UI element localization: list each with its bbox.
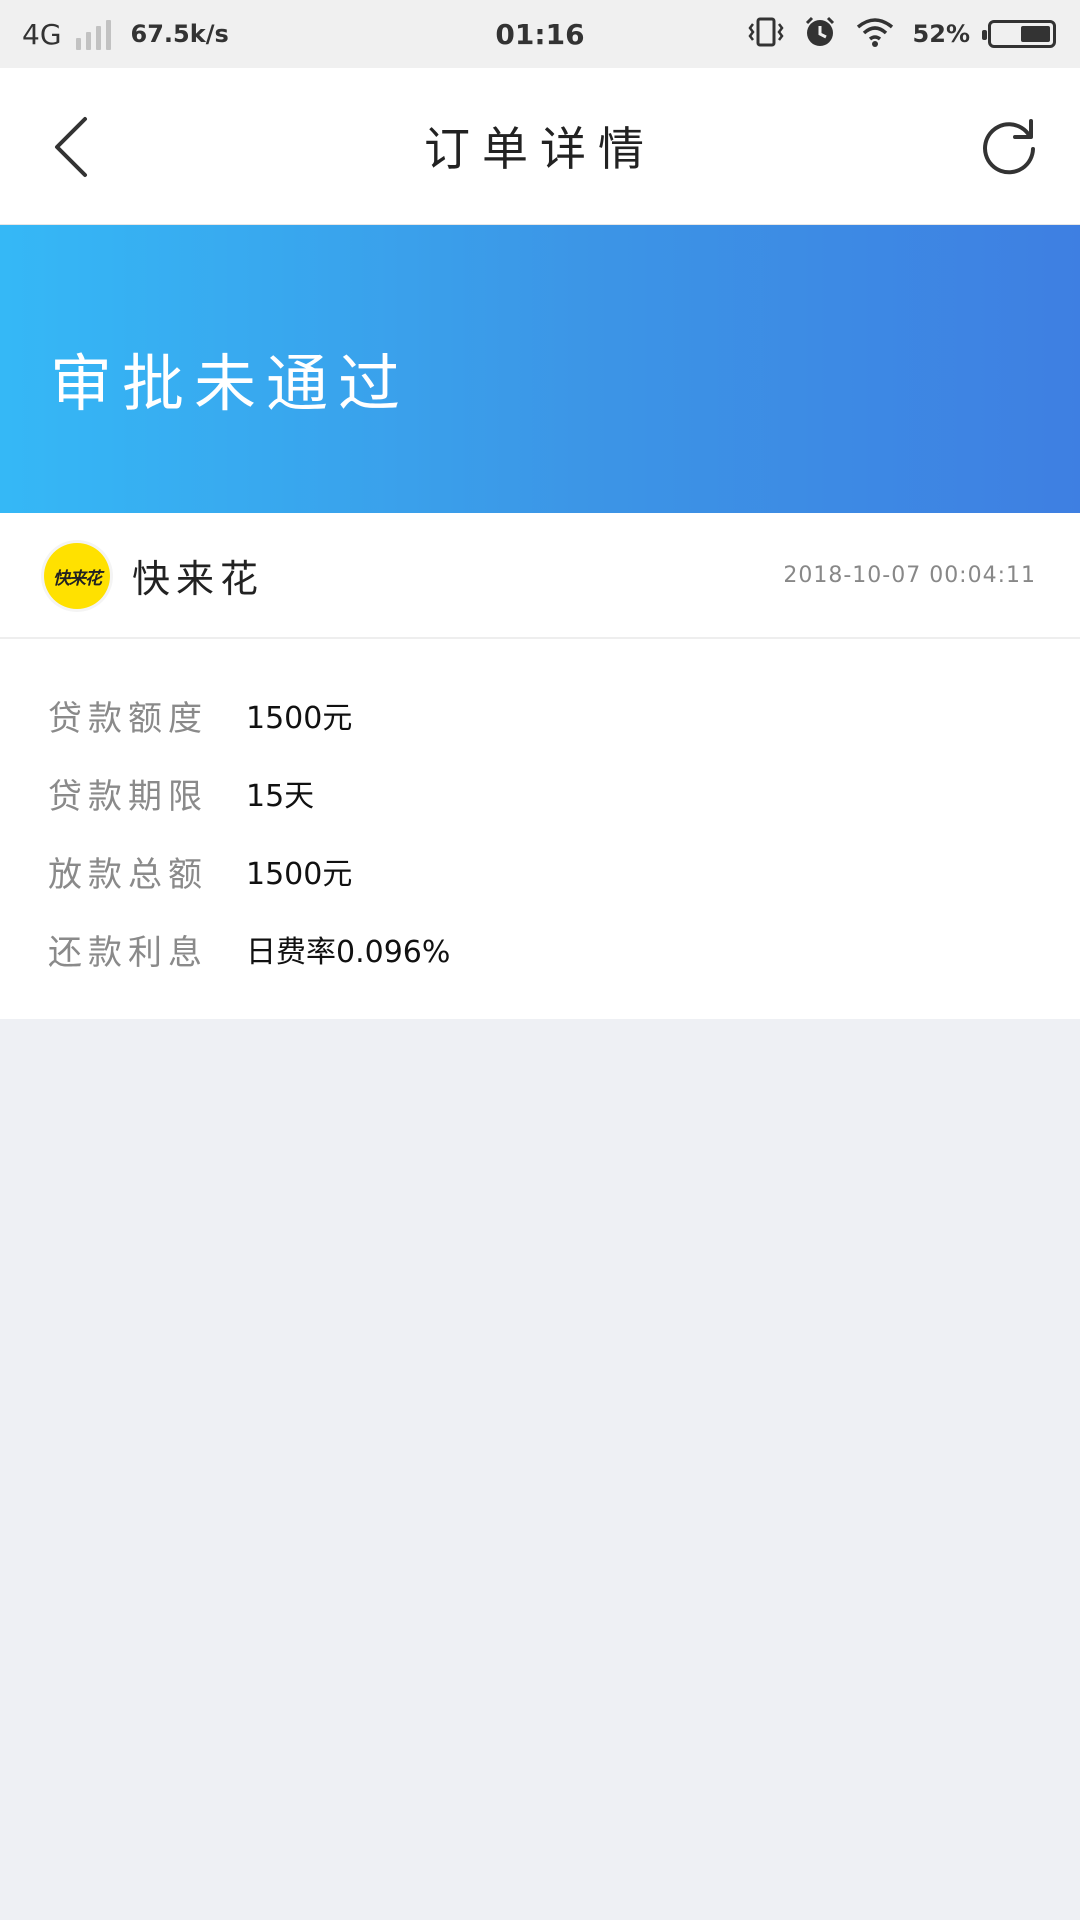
detail-label: 贷款期限 [48, 776, 208, 817]
detail-label: 贷款额度 [48, 698, 208, 739]
approval-status: 审批未通过 [50, 347, 411, 420]
lender-row: 快来花 快来花 2018-10-07 00:04:11 [0, 513, 1080, 639]
detail-value: 1500元 [246, 701, 353, 736]
vibrate-icon [747, 16, 785, 52]
battery-percent: 52% [912, 20, 970, 48]
detail-row: 贷款期限 15天 [0, 763, 1080, 823]
order-date: 2018-10-07 00:04:11 [783, 562, 1036, 588]
lender-name: 快来花 [132, 556, 265, 601]
status-bar: 4G 67.5k/s 01:16 52% [0, 0, 1080, 68]
status-banner: 审批未通过 [0, 225, 1080, 513]
status-left: 4G 67.5k/s [22, 0, 229, 68]
detail-row: 贷款额度 1500元 [0, 685, 1080, 745]
wifi-icon [855, 16, 895, 52]
detail-value: 1500元 [246, 857, 353, 892]
detail-row: 还款利息 日费率0.096% [0, 919, 1080, 979]
detail-label: 放款总额 [48, 854, 208, 895]
detail-value: 15天 [246, 779, 315, 814]
alarm-icon [803, 15, 837, 53]
refresh-button[interactable] [974, 112, 1044, 182]
page-title: 订单详情 [424, 122, 656, 176]
refresh-icon [983, 119, 1035, 175]
network-speed: 67.5k/s [130, 20, 229, 48]
network-type: 4G [22, 17, 62, 51]
loan-details: 贷款额度 1500元 贷款期限 15天 放款总额 1500元 还款利息 日费率0… [0, 639, 1080, 1019]
lender-logo: 快来花 [44, 543, 110, 609]
lender-logo-text: 快来花 [53, 568, 102, 589]
battery-level [1020, 26, 1050, 42]
detail-row: 放款总额 1500元 [0, 841, 1080, 901]
detail-value: 日费率0.096% [246, 935, 451, 970]
detail-label: 还款利息 [48, 932, 208, 973]
nav-bar: 订单详情 [0, 68, 1080, 225]
status-right: 52% [747, 0, 1056, 68]
signal-strength-icon [75, 18, 111, 50]
battery-icon [982, 20, 1056, 48]
